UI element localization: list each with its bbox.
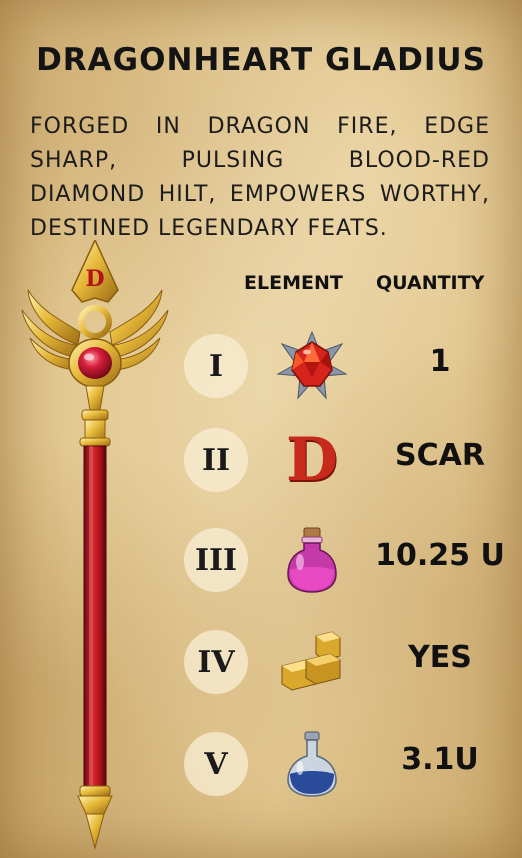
element-letter: D xyxy=(285,425,339,495)
pink-potion-icon xyxy=(276,524,348,596)
letter-d-icon: D xyxy=(276,424,348,496)
table-row: III 10.25 U xyxy=(0,520,522,600)
row-numeral: V xyxy=(184,732,248,796)
quantity-value: SCAR xyxy=(395,438,485,473)
quantity-value: 10.25 U xyxy=(375,538,505,573)
blue-flask-icon xyxy=(276,728,348,800)
row-numeral: IV xyxy=(184,630,248,694)
red-gem-icon xyxy=(276,330,348,402)
table-row: IV YES xyxy=(0,622,522,702)
ingredient-table: I 1 II D SCAR III 10.25 U IV YES V 3.1U xyxy=(0,0,522,858)
table-row: II D SCAR xyxy=(0,420,522,500)
gold-bars-icon xyxy=(276,626,348,698)
table-row: V 3.1U xyxy=(0,724,522,804)
quantity-value: 3.1U xyxy=(401,742,479,777)
quantity-value: 1 xyxy=(429,344,451,379)
item-card: DRAGONHEART GLADIUS FORGED IN DRAGON FIR… xyxy=(0,0,522,858)
row-numeral: I xyxy=(184,334,248,398)
row-numeral: II xyxy=(184,428,248,492)
row-numeral: III xyxy=(184,528,248,592)
table-row: I 1 xyxy=(0,326,522,406)
quantity-value: YES xyxy=(408,640,472,675)
